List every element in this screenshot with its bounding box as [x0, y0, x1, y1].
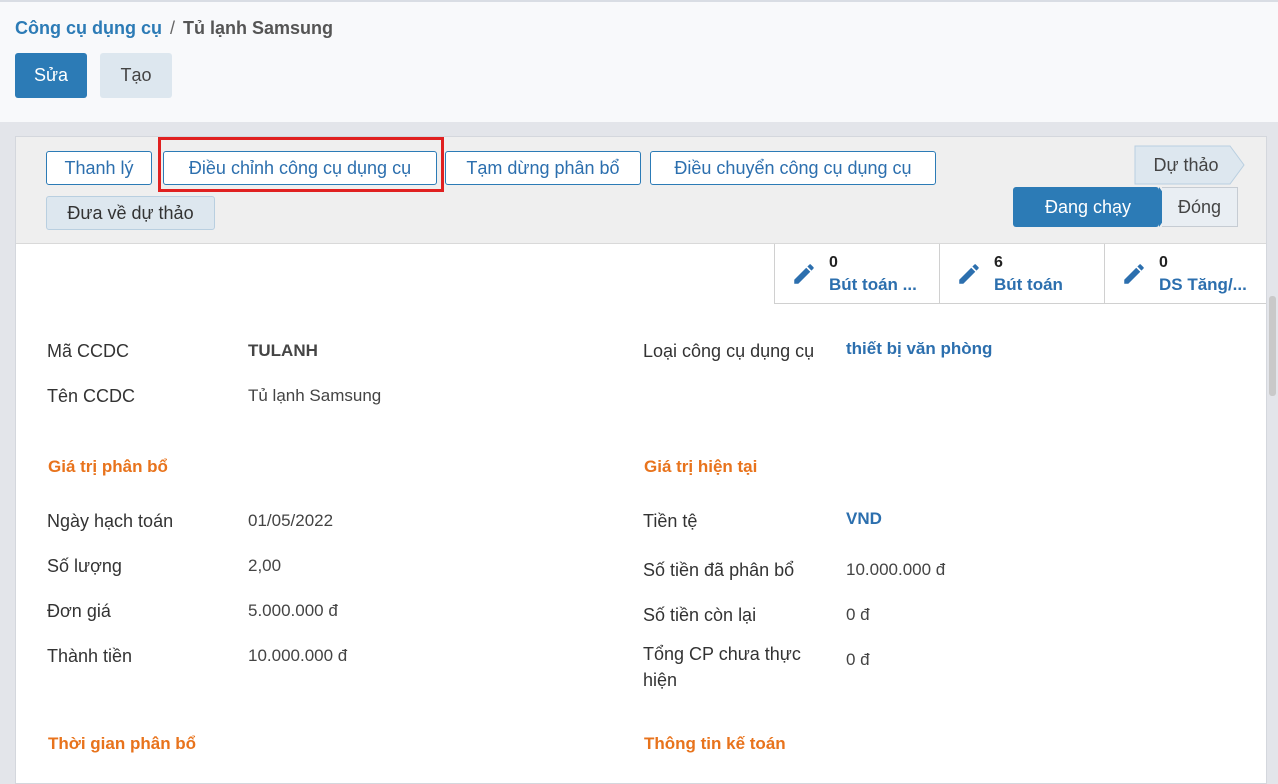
remaining-amount-value: 0 đ — [846, 605, 870, 624]
smart-button-count: 6 — [994, 253, 1003, 271]
ma-ccdc-value: TULANH — [248, 341, 318, 360]
unit-price-label: Đơn giá — [47, 601, 111, 621]
loai-ccdc-link[interactable]: thiết bị văn phòng — [846, 339, 992, 359]
smart-button-journal-1[interactable]: 0 Bút toán ... — [774, 244, 939, 304]
allocated-amount-value: 10.000.000 đ — [846, 560, 946, 579]
ten-ccdc-label: Tên CCDC — [47, 386, 136, 406]
smart-button-increase-list[interactable]: 0 DS Tăng/... — [1104, 244, 1266, 304]
form-sheet: Thanh lý Điều chỉnh công cụ dụng cụ Tạm … — [15, 136, 1267, 784]
edit-button[interactable]: Sửa — [15, 53, 87, 98]
unrealized-cost-label: Tổng CP chưa thực — [643, 644, 801, 664]
total-amount-label: Thành tiền — [47, 646, 133, 666]
pencil-icon — [959, 263, 979, 284]
transfer-tool-button[interactable]: Điều chuyển công cụ dụng cụ — [650, 151, 936, 185]
section-allocation-value: Giá trị phân bổ — [48, 457, 168, 476]
pause-allocation-button[interactable]: Tạm dừng phân bổ — [445, 151, 641, 185]
remaining-amount-label: Số tiền còn lại — [643, 605, 757, 625]
ma-ccdc-label: Mã CCDC — [47, 341, 130, 361]
breadcrumb-separator: / — [169, 18, 175, 38]
posting-date-label: Ngày hạch toán — [47, 511, 174, 531]
stage-draft[interactable]: Dự thảo — [1136, 145, 1236, 185]
reset-to-draft-button[interactable]: Đưa về dự thảo — [46, 196, 215, 230]
smart-button-count: 0 — [829, 253, 838, 271]
unrealized-cost-label-line2: hiện — [643, 670, 678, 690]
smart-button-label: Bút toán — [994, 274, 1063, 294]
section-current-value: Giá trị hiện tại — [644, 457, 758, 476]
stage-running[interactable]: Đang chạy — [1013, 187, 1163, 227]
highlight-box — [158, 137, 444, 192]
dispose-button[interactable]: Thanh lý — [46, 151, 152, 185]
pencil-icon — [1124, 263, 1144, 284]
currency-link[interactable]: VND — [846, 509, 882, 529]
smart-button-label: DS Tăng/... — [1159, 274, 1247, 294]
posting-date-value: 01/05/2022 — [248, 511, 334, 530]
statusbar: Thanh lý Điều chỉnh công cụ dụng cụ Tạm … — [16, 137, 1266, 244]
total-amount-value: 10.000.000 đ — [248, 646, 348, 665]
breadcrumb-current: Tủ lạnh Samsung — [183, 18, 334, 38]
create-button[interactable]: Tạo — [100, 53, 172, 98]
currency-label: Tiền tệ — [643, 511, 698, 531]
ten-ccdc-value: Tủ lạnh Samsung — [248, 386, 382, 405]
control-panel: Công cụ dụng cụ / Tủ lạnh Samsung Sửa Tạ… — [0, 0, 1278, 122]
section-allocation-time: Thời gian phân bổ — [48, 734, 197, 753]
unrealized-cost-value: 0 đ — [846, 650, 870, 669]
breadcrumb-parent-link[interactable]: Công cụ dụng cụ — [15, 18, 162, 39]
quantity-value: 2,00 — [248, 556, 282, 575]
quantity-label: Số lượng — [47, 556, 122, 576]
loai-ccdc-label: Loại công cụ dụng cụ — [643, 341, 815, 361]
stage-closed[interactable]: Đóng — [1162, 187, 1238, 227]
smart-button-count: 0 — [1159, 253, 1168, 271]
allocated-amount-label: Số tiền đã phân bổ — [643, 560, 795, 580]
section-accounting-info: Thông tin kế toán — [644, 734, 786, 753]
smart-button-journal-2[interactable]: 6 Bút toán — [939, 244, 1104, 304]
smart-button-label: Bút toán ... — [829, 274, 917, 294]
breadcrumb: Công cụ dụng cụ / Tủ lạnh Samsung — [15, 18, 333, 39]
unit-price-value: 5.000.000 đ — [248, 601, 338, 620]
scrollbar-thumb[interactable] — [1269, 296, 1276, 396]
pencil-icon — [794, 263, 814, 284]
